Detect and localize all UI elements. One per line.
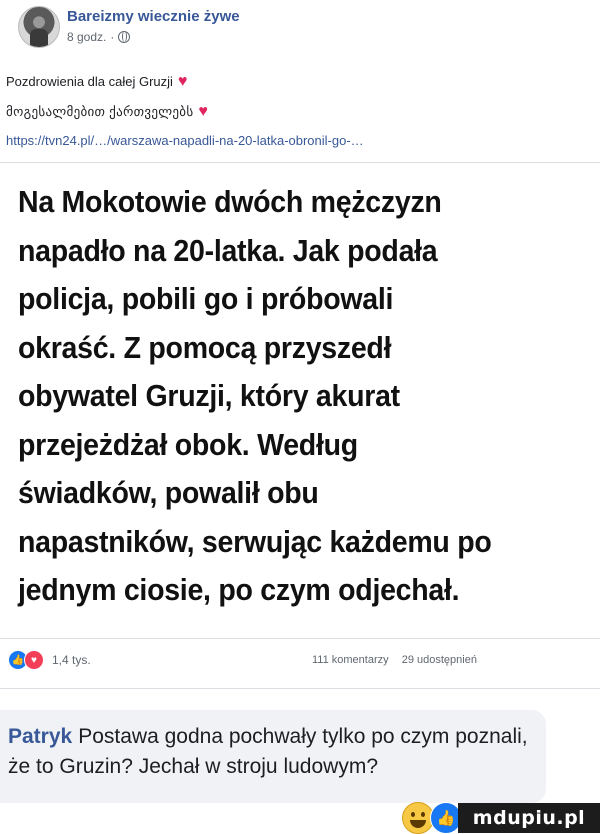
post-stats: 111 komentarzy 29 udostępnień [312, 654, 477, 666]
page-avatar[interactable] [18, 6, 60, 48]
headline-line: jednym ciosie, po czym odjechał. [18, 572, 460, 607]
heart-icon: ♥ [198, 103, 209, 120]
post-text-line: მოგესალმებით ქართველებს ♥ [6, 103, 208, 121]
headline-line: okraść. Z pomocą przyszedł [18, 329, 392, 365]
post-text-line-2: მოგესალმებით ქართველებს [6, 104, 194, 119]
headline-line: policja, pobili go i próbowali [18, 281, 394, 316]
comment-body: Patryk Postawa godna pochwały tylko po cz… [8, 722, 548, 782]
divider [0, 638, 600, 639]
page-name-link[interactable]: Bareizmy wiecznie żywe [67, 8, 240, 25]
reaction-count: 1,4 tys. [52, 653, 91, 667]
reactions-summary[interactable]: 👍 ♥ 1,4 tys. [8, 650, 91, 670]
post-meta: 8 godz. · [67, 30, 131, 44]
post-link[interactable]: https://tvn24.pl/…/warszawa-napadli-na-2… [6, 133, 364, 148]
divider [0, 688, 600, 689]
heart-icon: ♥ [177, 73, 188, 90]
article-headline[interactable]: Na Mokotowie dwóch mężczyzn napadło na 2… [18, 178, 552, 615]
comment-author[interactable]: Patryk [8, 725, 72, 748]
headline-line: świadków, powalił obu [18, 475, 319, 510]
post-time[interactable]: 8 godz. [67, 30, 106, 44]
globe-icon [118, 31, 131, 43]
headline-line: przejeżdżał obok. Według [18, 426, 358, 462]
divider [0, 162, 600, 163]
shares-count[interactable]: 29 udostępnień [402, 654, 477, 666]
site-watermark: mdupiu.pl [458, 803, 600, 833]
headline-line: napadło na 20-latka. Jak podała [18, 232, 438, 268]
post-text-line-1: Pozdrowienia dla całej Gruzji [6, 74, 173, 89]
headline-line: Na Mokotowie dwóch mężczyzn [18, 184, 442, 219]
headline-line: napastników, serwując każdemu po [18, 523, 492, 559]
headline-line: obywatel Gruzji, który akurat [18, 378, 400, 413]
post-text-line: Pozdrowienia dla całej Gruzji ♥ [6, 73, 187, 91]
meta-separator: · [110, 30, 115, 44]
comments-count[interactable]: 111 komentarzy [312, 654, 389, 666]
comment-text: Postawa godna pochwały tylko po czym poz… [8, 725, 528, 778]
love-reaction-icon: ♥ [24, 650, 44, 670]
